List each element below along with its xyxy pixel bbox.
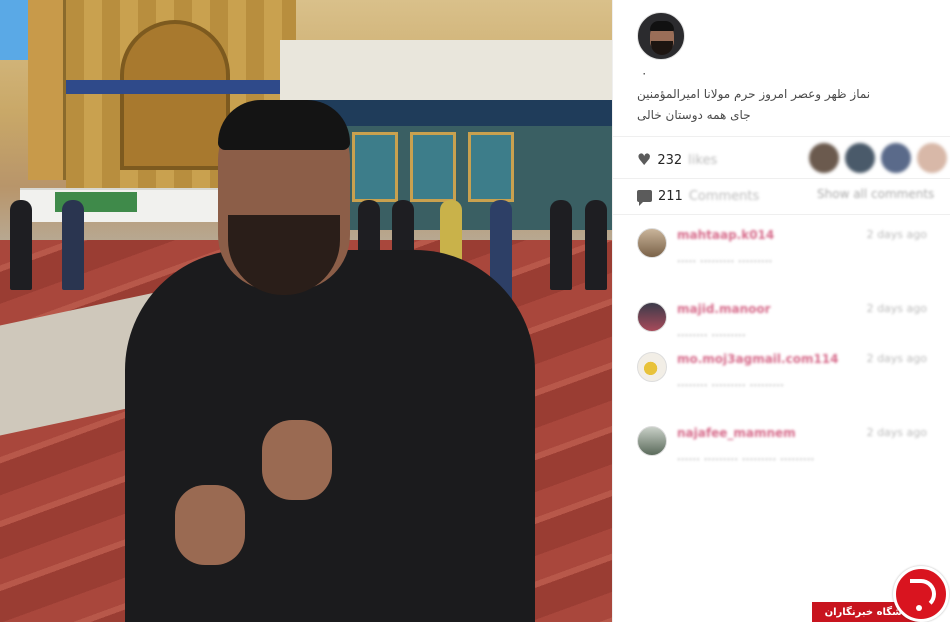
- shrine-pillar: [28, 0, 66, 180]
- pilgrim-figure: [10, 200, 32, 290]
- commenter-avatar[interactable]: [637, 426, 667, 456]
- comment-time: 2 days ago: [866, 352, 927, 365]
- comment-text: ......... ......... ........: [677, 375, 784, 389]
- divider: [613, 214, 950, 215]
- heart-icon[interactable]: ♥: [637, 152, 651, 168]
- comments-row[interactable]: 211 Comments: [637, 185, 759, 207]
- pilgrim-figure: [62, 200, 84, 290]
- pilgrim-figure: [550, 200, 572, 290]
- tomb-inscription-band: [300, 100, 612, 126]
- liker-avatar[interactable]: [917, 143, 947, 173]
- shrine-arch: [120, 20, 230, 170]
- logo-dot: [916, 605, 922, 611]
- comment-item: mahtaap.k014 2 days ago ......... ......…: [613, 228, 950, 288]
- liker-avatar[interactable]: [809, 143, 839, 173]
- comment-time: 2 days ago: [866, 302, 927, 315]
- comment-item: mo.moj3agmail.com114 2 days ago ........…: [613, 352, 950, 412]
- comment-username[interactable]: najafee_mamnem: [677, 426, 796, 440]
- likes-label: likes: [688, 152, 718, 168]
- comment-username[interactable]: mo.moj3agmail.com114: [677, 352, 839, 366]
- logo-glyph: [910, 579, 936, 609]
- tomb-tile: [352, 132, 398, 202]
- liker-avatars: [809, 143, 947, 173]
- commenter-avatar[interactable]: [637, 352, 667, 382]
- likes-count: 232: [657, 152, 683, 168]
- post-details-panel: ۰ نماز ظهر وعصر امروز حرم مولانا امیرالم…: [612, 0, 950, 622]
- tomb-tile: [410, 132, 456, 202]
- man-hand: [262, 420, 332, 500]
- post-caption: نماز ظهر وعصر امروز حرم مولانا امیرالمؤم…: [637, 84, 937, 126]
- man-hand: [175, 485, 245, 565]
- comment-text: ......... ......... .....: [677, 251, 773, 265]
- caption-line: نماز ظهر وعصر امروز حرم مولانا امیرالمؤم…: [637, 87, 871, 101]
- comment-bubble-icon[interactable]: [637, 190, 652, 206]
- comments-label: Comments: [688, 188, 760, 204]
- yjc-logo-icon: [893, 566, 949, 622]
- divider: [613, 136, 950, 137]
- comment-username[interactable]: majid.manoor: [677, 302, 771, 316]
- post-photo: [0, 0, 612, 622]
- avatar-beard: [651, 41, 673, 55]
- man-hair: [218, 100, 350, 150]
- comment-time: 2 days ago: [866, 228, 927, 241]
- comment-username[interactable]: mahtaap.k014: [677, 228, 774, 242]
- pilgrim-figure: [585, 200, 607, 290]
- tomb-canopy: [280, 40, 612, 100]
- caption-dot: ۰: [641, 66, 648, 80]
- comment-text: ......... ........: [677, 325, 746, 339]
- likes-row[interactable]: ♥ 232 likes: [637, 148, 717, 172]
- show-all-comments-link[interactable]: Show all comments: [817, 187, 934, 201]
- man-coat: [125, 250, 535, 622]
- caption-line: جای همه دوستان خالی: [637, 108, 751, 122]
- liker-avatar[interactable]: [881, 143, 911, 173]
- author-avatar[interactable]: [637, 12, 685, 60]
- liker-avatar[interactable]: [845, 143, 875, 173]
- divider: [613, 178, 950, 179]
- tile-band: [66, 80, 296, 94]
- sky: [0, 0, 30, 60]
- commenter-avatar[interactable]: [637, 228, 667, 258]
- comment-text: ......... ......... ......... ......: [677, 449, 815, 463]
- comment-time: 2 days ago: [866, 426, 927, 439]
- commenter-avatar[interactable]: [637, 302, 667, 332]
- comment-item: najafee_mamnem 2 days ago ......... ....…: [613, 426, 950, 486]
- comments-count: 211: [658, 188, 683, 204]
- avatar-hair: [650, 21, 674, 31]
- tomb-tile: [468, 132, 514, 202]
